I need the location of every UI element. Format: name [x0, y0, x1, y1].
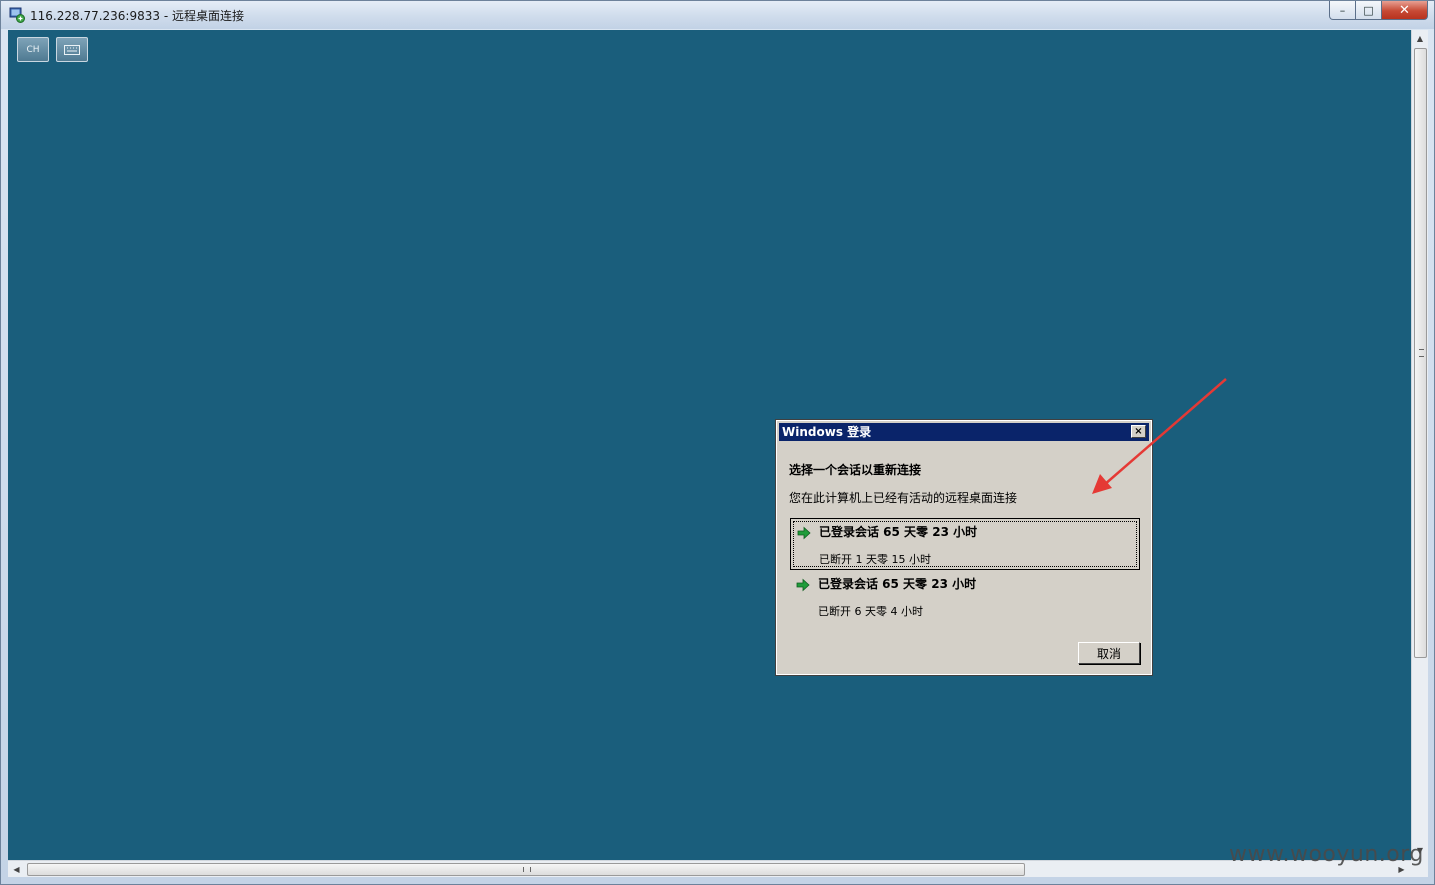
window-controls: – □ ✕ — [1329, 1, 1428, 21]
session-item-2[interactable]: 已登录会话 65 天零 23 小时 已断开 6 天零 4 小时 — [790, 571, 1140, 623]
cancel-button[interactable]: 取消 — [1078, 642, 1140, 664]
session-item-1[interactable]: 已登录会话 65 天零 23 小时 已断开 1 天零 15 小时 — [790, 518, 1140, 570]
remote-desktop-icon — [9, 7, 25, 23]
dialog-close-button[interactable]: × — [1131, 425, 1146, 438]
session-status: 已断开 1 天零 15 小时 — [819, 553, 931, 566]
title-bar[interactable]: 116.228.77.236:9833 - 远程桌面连接 – □ ✕ — [1, 1, 1434, 29]
horizontal-scroll-thumb[interactable] — [27, 863, 1025, 876]
keyboard-icon — [64, 44, 80, 55]
rdp-window: 116.228.77.236:9833 - 远程桌面连接 – □ ✕ CH ▲ … — [0, 0, 1435, 885]
green-arrow-icon — [797, 526, 811, 540]
vertical-scrollbar[interactable]: ▲ ▼ — [1411, 30, 1428, 860]
grip-icon — [1419, 349, 1424, 357]
remote-desktop-area[interactable]: CH — [8, 30, 1411, 860]
windows-login-dialog: Windows 登录 × 选择一个会话以重新连接 您在此计算机上已经有活动的远程… — [775, 419, 1153, 676]
grip-icon — [523, 867, 531, 872]
watermark: www.wooyun.org — [1229, 842, 1424, 867]
session-status: 已断开 6 天零 4 小时 — [818, 605, 923, 618]
session-title: 已登录会话 65 天零 23 小时 — [819, 525, 978, 539]
scroll-left-icon[interactable]: ◀ — [8, 861, 25, 877]
dialog-title: Windows 登录 — [782, 425, 872, 439]
scroll-up-icon[interactable]: ▲ — [1412, 30, 1428, 47]
dialog-title-bar[interactable]: Windows 登录 × — [779, 423, 1149, 441]
vertical-scroll-thumb[interactable] — [1414, 48, 1427, 658]
keyboard-button[interactable] — [56, 37, 88, 62]
dialog-description: 您在此计算机上已经有活动的远程桌面连接 — [789, 491, 1018, 505]
dialog-heading: 选择一个会话以重新连接 — [789, 463, 922, 477]
horizontal-scrollbar[interactable]: ◀ ▶ — [8, 860, 1411, 877]
session-title: 已登录会话 65 天零 23 小时 — [818, 577, 977, 591]
window-title: 116.228.77.236:9833 - 远程桌面连接 — [30, 9, 244, 23]
minimize-button[interactable]: – — [1329, 1, 1356, 20]
green-arrow-icon — [796, 578, 810, 592]
maximize-button[interactable]: □ — [1356, 1, 1382, 20]
close-button[interactable]: ✕ — [1382, 1, 1428, 20]
language-button[interactable]: CH — [17, 37, 49, 62]
